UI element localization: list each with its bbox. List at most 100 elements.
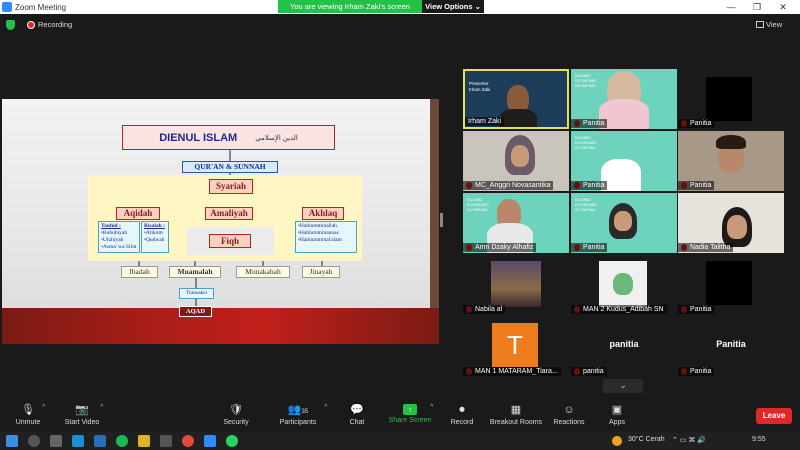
participant-tile[interactable]: Panitia xyxy=(678,255,784,315)
participant-video-body xyxy=(499,109,537,127)
participant-tile[interactable]: Nabila al xyxy=(463,255,569,315)
encryption-shield-icon[interactable] xyxy=(6,20,15,30)
presenter-caption: Presenter Irham Zaki xyxy=(469,81,491,92)
share-screen-label: Share Screen xyxy=(388,417,432,424)
spotify-icon[interactable] xyxy=(116,435,128,447)
participant-tile[interactable]: Panitia xyxy=(678,131,784,191)
participants-button[interactable]: 👥35 Participants xyxy=(277,400,319,432)
clock[interactable]: 9:55 xyxy=(752,436,766,443)
security-button[interactable]: 🛡 Security xyxy=(218,400,254,432)
record-button[interactable]: ⏺ Record xyxy=(447,400,477,432)
edge-browser-icon[interactable] xyxy=(72,435,84,447)
slide-title: DIENUL ISLAM xyxy=(159,131,238,144)
participant-name: Panitia xyxy=(678,305,715,314)
participant-tile[interactable]: MC_Anggri Novasantika xyxy=(463,131,569,191)
slide-title-box: DIENUL ISLAM الدين الإسلامي xyxy=(122,125,335,150)
participant-video-face xyxy=(727,215,747,239)
zoom-app-icon[interactable] xyxy=(204,435,216,447)
participant-name: Panitia xyxy=(571,181,608,190)
view-button[interactable]: View xyxy=(766,20,782,29)
whatsapp-icon[interactable] xyxy=(226,435,238,447)
list-item: •Asma' wa Sifat xyxy=(101,244,137,250)
participant-name: Panitia xyxy=(678,367,715,376)
participant-name: Irham Zaki xyxy=(465,117,505,126)
participant-name: MAN 2 Kudus_Adibah SN xyxy=(571,305,667,314)
participant-tile[interactable]: T MAN 1 MATARAM_Tiara... xyxy=(463,317,569,377)
participant-name: Amri Dzaky Alhafiz xyxy=(463,243,537,252)
risalah-heading: Risalah : xyxy=(144,223,165,229)
slide-title-arabic: الدين الإسلامي xyxy=(255,134,298,142)
participant-tile[interactable]: ISLAMIC ECONOMIC OLYMPIAD Panitia xyxy=(571,131,677,191)
close-button[interactable]: ✕ xyxy=(772,0,794,14)
participant-tile[interactable]: ISLAMIC ECONOMIC OLYMPIAD Amri Dzaky Alh… xyxy=(463,193,569,253)
breakout-rooms-button[interactable]: ▦ Breakout Rooms xyxy=(488,400,544,432)
participant-name: Panitia xyxy=(678,119,715,128)
start-video-button[interactable]: 📷 Start Video xyxy=(60,400,104,432)
file-explorer-icon[interactable] xyxy=(138,435,150,447)
participants-options-caret-icon[interactable]: ^ xyxy=(324,404,327,411)
task-view-icon[interactable] xyxy=(50,435,62,447)
security-shield-icon: 🛡 xyxy=(229,404,243,416)
video-options-caret-icon[interactable]: ^ xyxy=(100,404,103,411)
list-item: •Uluhiyah xyxy=(101,237,124,243)
reactions-label: Reactions xyxy=(553,419,585,426)
share-screen-button[interactable]: ↑ Share Screen xyxy=(388,400,432,432)
participant-name: Nadia Talitha xyxy=(678,243,734,252)
search-icon[interactable] xyxy=(28,435,40,447)
unmute-button[interactable]: 🎙 Unmute xyxy=(10,400,46,432)
participant-tile[interactable]: Panitia xyxy=(678,69,784,129)
tile-slide-label: ISLAMIC ECONOMIC OLYMPIAD xyxy=(575,197,597,212)
apps-button[interactable]: ▣ Apps xyxy=(604,400,630,432)
breakout-rooms-icon: ▦ xyxy=(510,404,522,416)
risalah-list: Risalah : •Alikum •Qudwah xyxy=(141,221,169,253)
view-options-button[interactable]: View Options ⌄ xyxy=(422,0,484,13)
recording-label[interactable]: Recording xyxy=(38,20,72,29)
share-screen-icon: ↑ xyxy=(403,404,417,415)
security-label: Security xyxy=(223,419,249,426)
branch-jinayah: Jinayah xyxy=(302,266,340,278)
branch-munakahah: Munakahah xyxy=(236,266,290,278)
participant-video-face xyxy=(613,273,633,295)
participant-tile[interactable]: Panitia Panitia xyxy=(678,317,784,377)
participant-video xyxy=(491,261,541,307)
fiqh-box: Fiqh xyxy=(209,234,251,248)
syariah-box: Syariah xyxy=(209,179,253,194)
tile-slide-label: ISLAMIC ECONOMIC OLYMPIAD xyxy=(575,135,597,150)
tauhid-list: Tauhid : •Rububiyah •Uluhiyah •Asma' wa … xyxy=(98,221,140,253)
list-item: •Hablumminallah xyxy=(298,223,337,229)
participant-tile[interactable]: ISLAMIC ECONOMIC OLYMPIAD Panitia xyxy=(571,69,677,129)
leave-button[interactable]: Leave xyxy=(756,408,792,424)
share-options-caret-icon[interactable]: ^ xyxy=(430,404,433,411)
aqad-box: AQAD xyxy=(179,306,212,317)
system-tray-icons[interactable]: ⌃ ▭ ⌘ 🔊 xyxy=(672,436,706,444)
chat-button[interactable]: 💬 Chat xyxy=(342,400,372,432)
gallery-next-page-chevron-icon[interactable]: ⌄ xyxy=(603,379,643,393)
participant-tile[interactable]: Nadia Talitha xyxy=(678,193,784,253)
split-handle[interactable] xyxy=(440,213,443,227)
branch-muamalah: Muamalah xyxy=(169,266,221,278)
participant-video-hair xyxy=(716,135,746,149)
minimize-button[interactable]: — xyxy=(720,0,742,14)
calculator-icon[interactable] xyxy=(160,435,172,447)
reactions-button[interactable]: ☺ Reactions xyxy=(552,400,586,432)
participant-tile[interactable]: MAN 2 Kudus_Adibah SN xyxy=(571,255,677,315)
participant-video-face xyxy=(614,211,632,231)
start-menu-icon[interactable] xyxy=(6,435,18,447)
muted-mic-icon: 🎙 xyxy=(21,404,35,416)
participant-name: panitia xyxy=(571,367,607,376)
apps-label: Apps xyxy=(609,419,625,426)
participant-tile[interactable]: panitia panitia xyxy=(571,317,677,377)
participant-tile[interactable]: ISLAMIC ECONOMIC OLYMPIAD Panitia xyxy=(571,193,677,253)
branch-ibadah: Ibadah xyxy=(121,266,158,278)
participants-label: Participants xyxy=(279,419,317,426)
grid-view-icon xyxy=(756,21,764,28)
chrome-icon[interactable] xyxy=(182,435,194,447)
audio-options-caret-icon[interactable]: ^ xyxy=(42,404,45,411)
maximize-button[interactable]: ❐ xyxy=(746,0,768,14)
unmute-label: Unmute xyxy=(15,419,41,426)
participant-name: MC_Anggri Novasantika xyxy=(463,181,554,190)
participant-tile[interactable]: Presenter Irham Zaki Irham Zaki xyxy=(463,69,569,129)
viewing-banner: You are viewing Irham Zaki's screen View… xyxy=(278,0,484,13)
weather-text[interactable]: 30°C Cerah xyxy=(628,436,665,443)
microsoft-store-icon[interactable] xyxy=(94,435,106,447)
